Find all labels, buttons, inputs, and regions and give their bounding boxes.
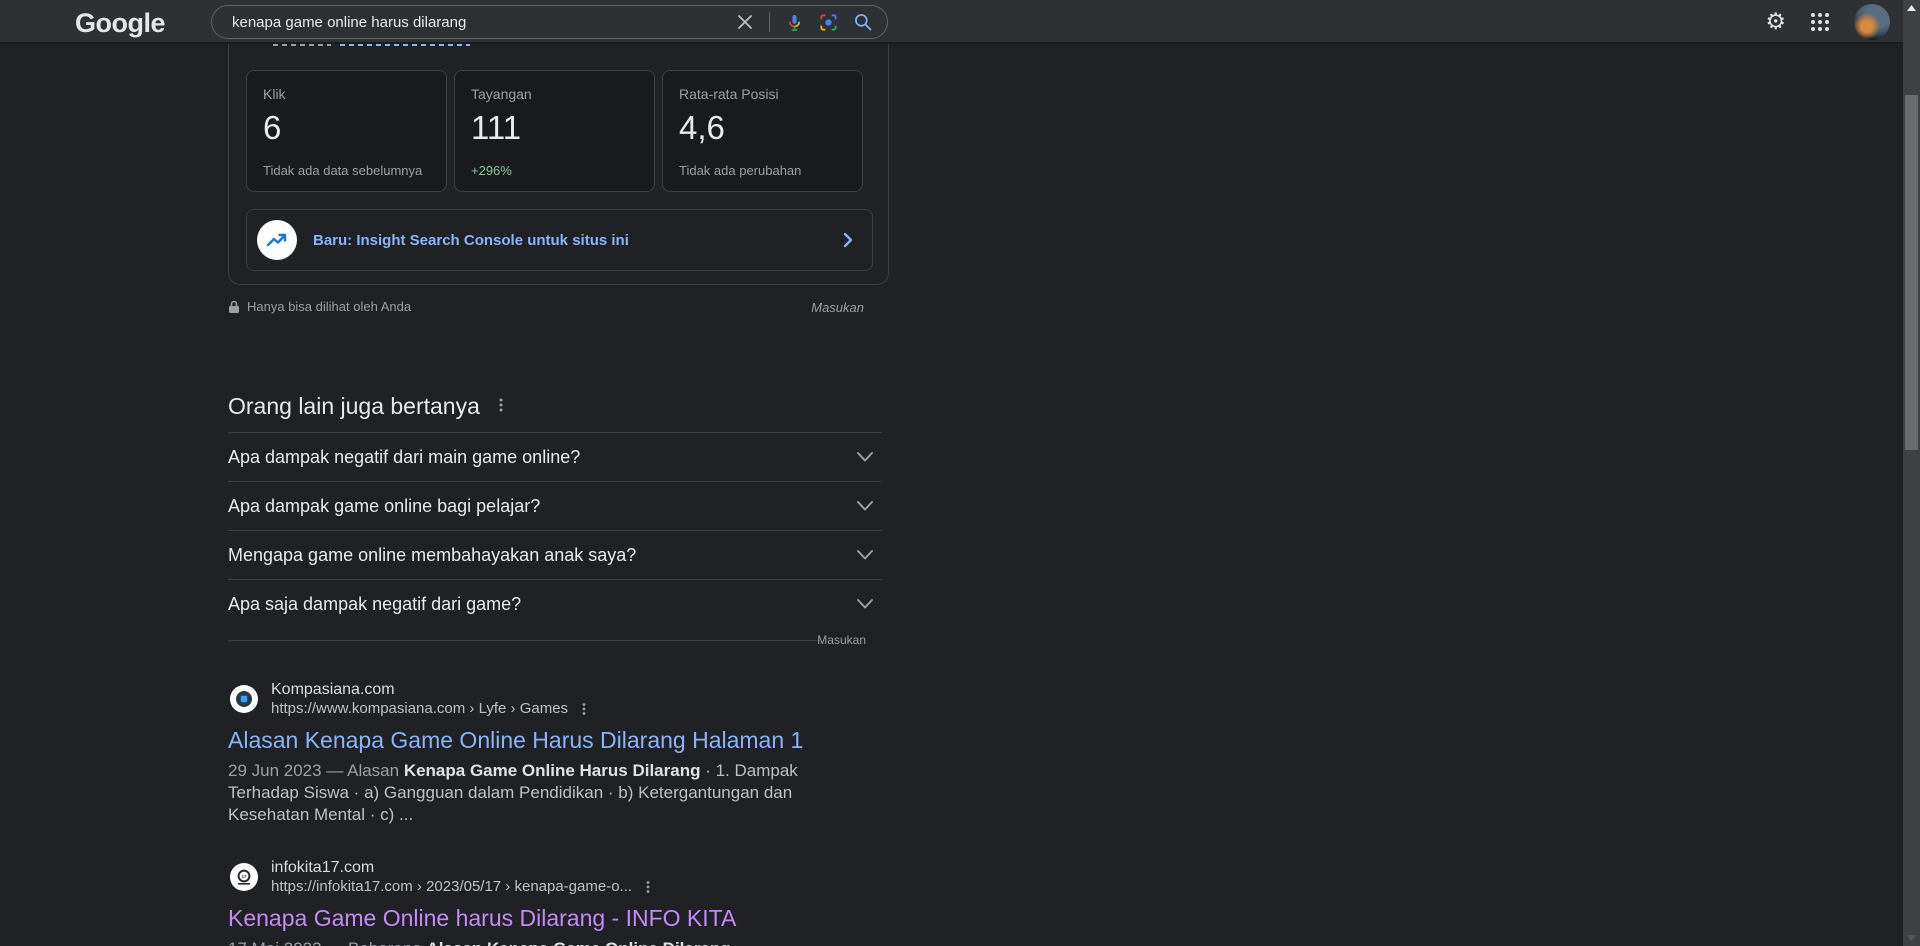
header-bar: Google kenapa game online harus dilarang — [0, 0, 1920, 44]
header-right-controls: ⚙ — [1765, 0, 1890, 44]
privacy-note: Hanya bisa dilihat oleh Anda — [228, 299, 889, 314]
snippet-prefix: — Alasan — [322, 761, 404, 780]
result-title-link[interactable]: Kenapa Game Online harus Dilarang - INFO… — [228, 903, 736, 933]
search-result: 17 infokita17.com https://infokita17.com… — [228, 858, 888, 946]
paa-question-label: Mengapa game online membahayakan anak sa… — [228, 545, 636, 566]
people-also-ask-list: Apa dampak negatif dari main game online… — [228, 432, 882, 628]
mic-icon[interactable] — [785, 13, 804, 32]
chevron-down-icon[interactable] — [856, 450, 874, 468]
privacy-note-label: Hanya bisa dilihat oleh Anda — [247, 299, 411, 314]
people-also-ask-title: Orang lain juga bertanya — [228, 393, 882, 420]
stat-label: Klik — [263, 86, 430, 102]
result-header[interactable]: 17 infokita17.com https://infokita17.com… — [228, 858, 888, 895]
paa-question-row[interactable]: Apa dampak negatif dari main game online… — [228, 432, 882, 481]
stat-label: Tayangan — [471, 86, 638, 102]
chevron-down-icon[interactable] — [856, 597, 874, 615]
chevron-right-icon — [840, 232, 856, 248]
result-header[interactable]: Kompasiana.com https://www.kompasiana.co… — [228, 680, 888, 717]
stat-note: Tidak ada perubahan — [679, 163, 801, 178]
result-snippet: 29 Jun 2023 — Alasan Kenapa Game Online … — [228, 760, 828, 826]
paa-footer: Masukan — [228, 628, 882, 654]
search-icon[interactable] — [853, 12, 873, 32]
search-bar[interactable]: kenapa game online harus dilarang — [211, 5, 888, 39]
search-bar-divider — [769, 12, 770, 32]
stat-card-avg-position: Rata-rata Posisi 4,6 Tidak ada perubahan — [662, 70, 863, 192]
insight-banner[interactable]: Baru: Insight Search Console untuk situs… — [246, 209, 873, 271]
google-logo[interactable]: Google — [75, 8, 165, 39]
snippet-prefix: — Beberapa — [322, 939, 427, 946]
scrollbar[interactable] — [1903, 0, 1920, 946]
result-breadcrumb[interactable]: https://infokita17.com › 2023/05/17 › ke… — [271, 878, 632, 895]
stat-value: 111 — [471, 109, 638, 147]
stat-note: +296% — [471, 163, 512, 178]
stat-value: 6 — [263, 109, 430, 147]
search-bar-icons — [736, 12, 873, 32]
result-title-link[interactable]: Alasan Kenapa Game Online Harus Dilarang… — [228, 725, 803, 755]
divider — [228, 640, 820, 641]
trending-up-icon — [257, 220, 297, 260]
apps-grid-icon[interactable] — [1810, 12, 1830, 32]
feedback-link[interactable]: Masukan — [811, 300, 864, 315]
snippet-bold: Kenapa Game Online Harus Dilarang — [404, 761, 701, 780]
stat-label: Rata-rata Posisi — [679, 86, 846, 102]
more-options-icon[interactable] — [578, 702, 590, 716]
paa-question-row[interactable]: Apa dampak game online bagi pelajar? — [228, 481, 882, 530]
stat-note: Tidak ada data sebelumnya — [263, 163, 422, 178]
more-options-icon[interactable] — [642, 880, 654, 894]
search-input[interactable]: kenapa game online harus dilarang — [232, 14, 736, 31]
stat-card-impressions: Tayangan 111 +296% — [454, 70, 655, 192]
kompasiana-favicon — [230, 685, 258, 713]
chevron-down-icon[interactable] — [856, 499, 874, 517]
result-date: 17 Mei 2023 — [228, 939, 322, 946]
snippet-bold: Alasan Kenapa Game Online Dilarang — [426, 939, 730, 946]
clear-icon[interactable] — [736, 13, 754, 31]
paa-question-label: Apa dampak game online bagi pelajar? — [228, 496, 540, 517]
lens-icon[interactable] — [819, 13, 838, 32]
stat-card-clicks: Klik 6 Tidak ada data sebelumnya — [246, 70, 447, 192]
lock-icon — [228, 300, 240, 314]
paa-question-row[interactable]: Mengapa game online membahayakan anak sa… — [228, 530, 882, 579]
result-site-name[interactable]: Kompasiana.com — [271, 680, 590, 699]
stat-value: 4,6 — [679, 109, 846, 147]
paa-question-label: Apa dampak negatif dari main game online… — [228, 447, 580, 468]
people-also-ask-section: Orang lain juga bertanya Apa dampak nega… — [228, 393, 882, 654]
chevron-down-icon[interactable] — [856, 548, 874, 566]
privacy-row: Hanya bisa dilihat oleh Anda Masukan — [228, 299, 889, 317]
scrollbar-down-arrow-icon[interactable] — [1906, 933, 1917, 943]
search-results: Kompasiana.com https://www.kompasiana.co… — [228, 680, 888, 946]
settings-gear-icon[interactable]: ⚙ — [1765, 11, 1786, 34]
infokita17-favicon: 17 — [230, 863, 258, 891]
result-date: 29 Jun 2023 — [228, 761, 322, 780]
result-snippet: 17 Mei 2023 — Beberapa Alasan Kenapa Gam… — [228, 938, 823, 946]
feedback-link[interactable]: Masukan — [817, 633, 866, 647]
result-site-name[interactable]: infokita17.com — [271, 858, 654, 877]
scrollbar-up-arrow-icon[interactable] — [1906, 3, 1917, 13]
scrollbar-thumb[interactable] — [1905, 95, 1918, 450]
svg-text:17: 17 — [241, 874, 247, 879]
paa-question-label: Apa saja dampak negatif dari game? — [228, 594, 521, 615]
search-console-widget: Klik 6 Tidak ada data sebelumnya Tayanga… — [228, 26, 889, 285]
result-breadcrumb[interactable]: https://www.kompasiana.com › Lyfe › Game… — [271, 700, 568, 717]
more-options-icon[interactable] — [494, 397, 508, 413]
insight-banner-label: Baru: Insight Search Console untuk situs… — [313, 232, 840, 249]
paa-question-row[interactable]: Apa saja dampak negatif dari game? — [228, 579, 882, 628]
search-result: Kompasiana.com https://www.kompasiana.co… — [228, 680, 888, 826]
search-console-cards: Klik 6 Tidak ada data sebelumnya Tayanga… — [246, 70, 863, 192]
profile-avatar[interactable] — [1854, 4, 1890, 40]
